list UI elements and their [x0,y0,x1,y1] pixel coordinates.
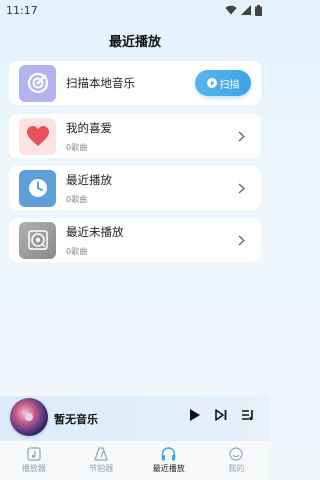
list-item-not-played[interactable]: 最近未播放 0歌曲 [9,218,261,262]
nav-tab-player[interactable]: 播放器 [0,441,68,480]
scan-tile [19,64,56,102]
playlist-icon[interactable] [241,409,254,421]
list-item-count: 0歌曲 [66,194,88,204]
play-icon[interactable] [189,408,201,422]
bottom-nav: 播放器 节拍器 最近播放 我的 [0,440,270,480]
smile-icon [229,447,243,461]
nav-label: 我的 [228,464,245,473]
music-note-icon [27,447,41,461]
scan-radar-icon [27,72,48,94]
signal-icon [241,5,251,15]
list-item-recent[interactable]: 最近播放 0歌曲 [9,166,261,210]
nav-label: 最近播放 [152,464,185,473]
scan-label: 扫描本地音乐 [66,76,135,90]
player-track-title: 暂无音乐 [54,413,98,426]
scan-local-music-card[interactable]: 扫描本地音乐 扫描 [9,61,261,105]
nav-tab-mine[interactable]: 我的 [203,441,271,480]
clock-icon [28,179,47,197]
play-circle-icon [206,78,217,88]
headphones-icon [162,447,176,461]
vinyl-icon [27,230,48,250]
nav-label: 节拍器 [89,464,114,473]
scan-button-label: 扫描 [219,79,240,91]
nav-tab-recent[interactable]: 最近播放 [135,441,203,480]
chevron-right-icon [233,183,249,194]
nav-tab-metronome[interactable]: 节拍器 [68,441,136,480]
list-item-count: 0歌曲 [66,246,88,256]
metronome-icon [94,447,108,461]
chevron-right-icon [233,131,249,142]
next-track-icon[interactable] [215,409,227,421]
wifi-icon [225,5,237,15]
list-item-title: 我的喜爱 [66,120,112,135]
scan-button[interactable]: 扫描 [195,70,251,96]
list-item-favorites[interactable]: 我的喜爱 0歌曲 [9,114,261,158]
album-art-disc[interactable] [10,398,48,436]
status-bar: 11:17 [0,0,270,20]
battery-icon [255,4,262,16]
not-played-tile [19,221,56,259]
list-item-title: 最近播放 [66,172,112,187]
page-title: 最近播放 [108,35,161,50]
heart-icon [26,126,49,146]
status-icons [225,4,262,16]
chevron-right-icon [233,235,249,246]
list-item-count: 0歌曲 [66,142,88,152]
recent-tile [19,169,56,207]
list-item-title: 最近未播放 [66,224,124,239]
nav-label: 播放器 [21,464,46,473]
favorites-tile [19,117,56,155]
status-time: 11:17 [6,3,38,17]
player-controls [189,408,254,422]
